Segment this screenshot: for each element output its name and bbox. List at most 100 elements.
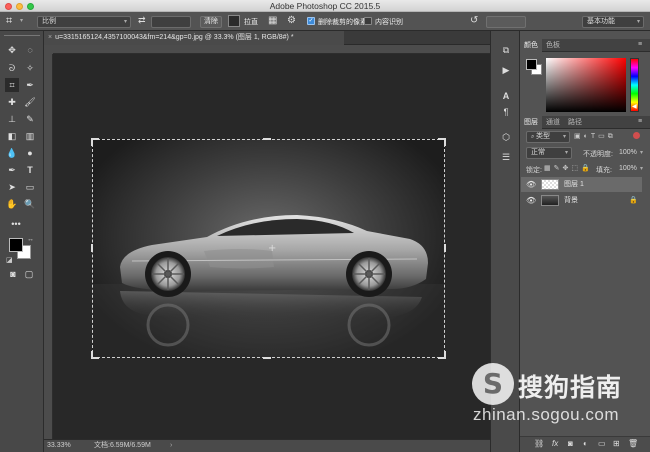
history-brush-tool-icon[interactable]: ✎	[23, 112, 37, 126]
chevron-down-icon[interactable]: ▾	[640, 165, 643, 172]
undo-crop-icon[interactable]: ↺	[470, 15, 478, 26]
status-menu-arrow-icon[interactable]: ›	[170, 440, 172, 452]
panel-menu-icon[interactable]: ≡	[638, 118, 642, 125]
lock-icons[interactable]: ▦✎✥⬚🔒	[544, 164, 593, 172]
chevron-down-icon[interactable]: ▾	[640, 149, 643, 156]
3d-panel-icon[interactable]: ⬡	[499, 130, 513, 144]
tab-channels[interactable]: 通道	[542, 116, 564, 129]
vertical-ruler[interactable]	[44, 54, 53, 439]
healing-brush-tool-icon[interactable]: ✚	[5, 95, 19, 109]
swap-dimensions-icon[interactable]: ⇄	[138, 15, 146, 26]
crop-handle-left[interactable]	[91, 244, 93, 252]
tool-preset-chevron-icon[interactable]: ▾	[20, 17, 23, 24]
document-size-info: 文档:6.59M/6.59M	[94, 442, 151, 449]
eraser-tool-icon[interactable]: ◧	[5, 129, 19, 143]
crop-handle-top[interactable]	[263, 138, 271, 140]
default-colors-icon[interactable]: ◪	[6, 256, 13, 264]
hue-slider-handle[interactable]: ◀	[632, 103, 637, 110]
reset-button[interactable]	[486, 15, 526, 28]
straighten-label[interactable]: 拉直	[244, 17, 258, 27]
layer-row-layer1[interactable]: 👁 图层 1	[521, 177, 642, 192]
trash-icon[interactable]: 🗑	[628, 439, 638, 448]
straighten-icon[interactable]	[228, 15, 240, 27]
marquee-tool-icon[interactable]: ◌	[23, 43, 37, 57]
dodge-tool-icon[interactable]: ●	[23, 146, 37, 160]
visibility-eye-icon[interactable]: 👁	[526, 177, 536, 192]
panel-menu-icon[interactable]: ≡	[638, 41, 642, 48]
crop-tool-icon[interactable]: ⌗	[6, 15, 12, 28]
crop-handle-bottom-left[interactable]	[91, 351, 99, 359]
layer-filter-select[interactable]: ⌕ 类型 ▾	[526, 131, 570, 143]
clone-stamp-tool-icon[interactable]: ⊥	[5, 112, 19, 126]
libraries-panel-icon[interactable]: ☰	[499, 150, 513, 164]
path-selection-tool-icon[interactable]: ➤	[5, 180, 19, 194]
tab-close-icon[interactable]: ×	[48, 34, 52, 41]
zoom-tool-icon[interactable]: 🔍	[23, 197, 37, 211]
fill-value[interactable]: 100%	[619, 165, 637, 172]
paragraph-panel-icon[interactable]: ¶	[499, 105, 513, 119]
layer-row-background[interactable]: 👁 背景 🔒	[521, 193, 642, 208]
link-layers-icon[interactable]: ⛓	[534, 439, 544, 448]
rectangle-tool-icon[interactable]: ▭	[23, 180, 37, 194]
crop-handle-right[interactable]	[444, 244, 446, 252]
filter-toggle-icon[interactable]	[633, 132, 640, 139]
zoom-level[interactable]: 33.33%	[47, 440, 71, 452]
foreground-color-swatch[interactable]	[9, 238, 23, 252]
options-bar: ⌗ ▾ 比例 ▾ ⇄ 清除 拉直 ▦ ⚙ ✓ 删除裁剪的像素 内容识别 ↺ 基本…	[0, 12, 650, 31]
actions-panel-icon[interactable]: ▶	[499, 63, 513, 77]
opacity-value[interactable]: 100%	[619, 149, 637, 156]
history-panel-icon[interactable]: ⧉	[499, 43, 513, 57]
content-aware-checkbox[interactable]	[364, 17, 372, 25]
crop-box[interactable]	[91, 138, 446, 359]
tab-layers[interactable]: 图层	[520, 116, 542, 129]
eyedropper-tool-icon[interactable]: ✒	[23, 78, 37, 92]
layer-filter-icons[interactable]: ▣◐T▭⧉	[574, 132, 616, 141]
crop-handle-top-left[interactable]	[91, 138, 99, 146]
visibility-eye-icon[interactable]: 👁	[526, 193, 536, 208]
crop-width-field[interactable]	[151, 15, 191, 28]
hand-tool-icon[interactable]: ✋	[5, 197, 19, 211]
character-panel-icon[interactable]: A	[499, 89, 513, 103]
crop-handle-bottom-right[interactable]	[438, 351, 446, 359]
move-tool-icon[interactable]: ✥	[5, 43, 19, 57]
blend-mode-select[interactable]: 正常 ▾	[526, 147, 572, 159]
clear-button[interactable]: 清除	[200, 15, 222, 28]
crop-ratio-select[interactable]: 比例 ▾	[37, 15, 131, 28]
horizontal-ruler[interactable]	[44, 45, 490, 54]
swap-colors-icon[interactable]: ↔	[27, 236, 34, 243]
pen-tool-icon[interactable]: ✒	[5, 163, 19, 177]
crop-handle-bottom[interactable]	[263, 357, 271, 359]
ruler-origin[interactable]	[44, 45, 53, 54]
blur-tool-icon[interactable]: 💧	[5, 146, 19, 160]
magic-wand-tool-icon[interactable]: ✧	[23, 61, 37, 75]
layer-name[interactable]: 图层 1	[564, 177, 584, 192]
tab-color[interactable]: 颜色	[520, 39, 542, 52]
chevron-down-icon: ▾	[564, 150, 568, 156]
lasso-tool-icon[interactable]: ᘐ	[5, 61, 19, 75]
brush-tool-icon[interactable]: 🖌	[23, 95, 37, 109]
color-spectrum-field[interactable]	[546, 58, 626, 112]
crop-handle-top-right[interactable]	[438, 138, 446, 146]
clear-button-label: 清除	[204, 17, 218, 25]
new-group-icon[interactable]: ▭	[598, 439, 606, 448]
tab-paths[interactable]: 路径	[564, 116, 586, 129]
gradient-tool-icon[interactable]: ▥	[23, 129, 37, 143]
crop-tool-icon[interactable]: ⌗	[5, 78, 19, 92]
layer-name[interactable]: 背景	[564, 193, 578, 208]
workspace-select[interactable]: 基本功能 ▾	[582, 15, 644, 28]
document-tab[interactable]: × u=3315165124,4357100043&fm=214&gp=0.jpg…	[44, 31, 344, 45]
tab-swatches[interactable]: 色板	[542, 39, 564, 52]
gear-icon[interactable]: ⚙	[287, 15, 296, 26]
type-tool-icon[interactable]: T	[23, 163, 37, 177]
screen-mode-icon[interactable]: ▢	[22, 267, 36, 281]
overlay-grid-icon[interactable]: ▦	[268, 15, 277, 26]
new-layer-icon[interactable]: ⊞	[613, 439, 620, 448]
more-tools-icon[interactable]: •••	[9, 217, 23, 231]
color-foreground-swatch[interactable]	[526, 59, 537, 70]
delete-cropped-checkbox[interactable]: ✓	[307, 17, 315, 25]
tools-panel-grip[interactable]	[4, 35, 40, 37]
quick-mask-icon[interactable]: ◙	[6, 267, 20, 281]
layer-style-icon[interactable]: fx	[552, 439, 558, 448]
add-mask-icon[interactable]: ◙	[568, 439, 573, 448]
adjustment-layer-icon[interactable]: ◐	[583, 439, 588, 448]
